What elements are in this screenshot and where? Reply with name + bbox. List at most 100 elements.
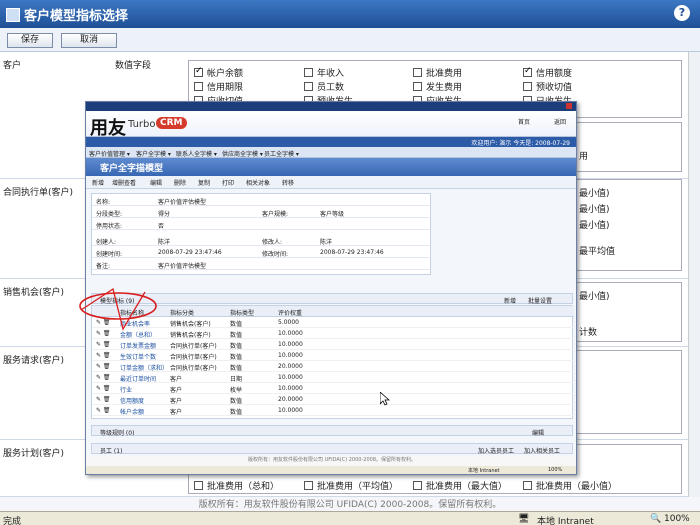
rule-edit-button[interactable]: 编辑 xyxy=(532,428,544,437)
table-row[interactable]: ✎ 🗑 帐户余额 客户 数值 10.0000 xyxy=(92,405,574,416)
tool-new[interactable]: 新增 xyxy=(92,178,104,187)
field-fragment: 最小值) xyxy=(579,205,610,215)
grid-cell[interactable]: 最近订单时间 xyxy=(120,374,156,383)
row-edit-delete-icon[interactable]: ✎ 🗑 xyxy=(96,374,111,381)
checkbox-approved-expense[interactable]: 批准费用 xyxy=(413,66,462,79)
menu-item[interactable]: 员工全字模 ▾ xyxy=(264,149,299,158)
help-icon[interactable]: ? xyxy=(674,5,690,21)
table-row[interactable]: ✎ 🗑 行业 客户 枚举 10.0000 xyxy=(92,383,574,394)
row-edit-delete-icon[interactable]: ✎ 🗑 xyxy=(96,352,111,359)
field-key: 备注: xyxy=(96,263,111,270)
tool-transfer[interactable]: 转移 xyxy=(282,178,294,187)
grid-cell: 数值 xyxy=(230,409,243,416)
row-label: 服务请求(客户) xyxy=(3,356,65,366)
checkbox-label: 批准费用 xyxy=(426,69,463,79)
field-value: 客户等级 xyxy=(320,211,345,218)
save-button[interactable]: 保存 xyxy=(7,33,53,48)
rule-section-bar: 等级规则 (0) 编辑 xyxy=(91,425,573,437)
tool-view[interactable]: 增删查看 xyxy=(112,178,136,187)
opportunity-fields-panel: 最小值) 计数 xyxy=(575,282,682,342)
table-row[interactable]: ✎ 🗑 最近订单时间 客户 日期 10.0000 xyxy=(92,372,574,383)
model-detail-form: 名称: 客户价值评估模型 分段类型: 得分 客户规模: 客户等级 停用状态: 否 创建人:… xyxy=(91,193,432,275)
tool-edit[interactable]: 编辑 xyxy=(150,178,162,187)
grid-cell: 10.0000 xyxy=(278,341,303,348)
grid-new-button[interactable]: 新增 xyxy=(504,296,516,305)
checkbox-label: 预收切值 xyxy=(536,83,573,93)
popup-toolbar: 新增 增删查看 编辑 删除 复制 打印 相关对象 转移 xyxy=(86,176,576,189)
table-row[interactable]: ✎ 🗑 金额（总和） 销售机会(客户) 数值 10.0000 xyxy=(92,328,574,339)
field-key: 名称: xyxy=(96,199,111,206)
tool-delete[interactable]: 删除 xyxy=(174,178,186,187)
grid-cell: 20.0000 xyxy=(278,363,303,370)
checkbox-approved-max[interactable]: 批准费用（最大值） xyxy=(413,479,507,492)
form-row: 名称: 客户价值评估模型 xyxy=(92,194,432,206)
row-edit-delete-icon[interactable]: ✎ 🗑 xyxy=(96,396,111,403)
page-footer: 版权所有：用友软件股份有限公司 UFIDA(C) 2000-2008。保留所有权… xyxy=(0,497,700,511)
row-edit-delete-icon[interactable]: ✎ 🗑 xyxy=(96,341,111,348)
grid-cell: 合同执行单(客户) xyxy=(170,365,217,372)
menu-item[interactable]: 客户全字模 ▾ xyxy=(136,149,171,158)
grid-batch-button[interactable]: 批量设置 xyxy=(528,296,552,305)
checkbox-approved-min[interactable]: 批准费用（最小值） xyxy=(523,479,617,492)
checkbox-incurred-expense[interactable]: 发生费用 xyxy=(413,80,462,93)
menu-item[interactable]: 供应商全字模 ▾ xyxy=(222,149,263,158)
grid-col-header: 评价权重 xyxy=(278,310,303,317)
close-icon[interactable] xyxy=(566,103,572,109)
table-row[interactable]: ✎ 🗑 生效订单个数 合同执行单(客户) 数值 10.0000 xyxy=(92,350,574,361)
grid-cell[interactable]: 帐户余额 xyxy=(120,407,144,416)
table-row[interactable]: ✎ 🗑 订单发票金额 合同执行单(客户) 数值 10.0000 xyxy=(92,339,574,350)
tool-print[interactable]: 打印 xyxy=(222,178,234,187)
checkbox-approved-sum[interactable]: 批准费用（总和） xyxy=(194,479,279,492)
grid-col-header: 指标类型 xyxy=(230,310,255,317)
field-key: 创建人: xyxy=(96,239,117,246)
row-edit-delete-icon[interactable]: ✎ 🗑 xyxy=(96,385,111,392)
checkbox-employees[interactable]: 员工数 xyxy=(304,80,344,93)
back-link[interactable]: 返回 xyxy=(554,117,566,126)
table-row[interactable]: ✎ 🗑 信用额度 客户 数值 20.0000 xyxy=(92,394,574,405)
form-row: 创建人: 陈洋 修改人: 陈洋 xyxy=(92,234,432,246)
grid-cell: 销售机会(客户) xyxy=(170,332,211,339)
checkbox-approved-avg[interactable]: 批准费用（平均值） xyxy=(304,479,398,492)
checkbox-credit-limit[interactable]: 信用额度 xyxy=(523,66,572,79)
add-related-employee-button[interactable]: 加入相关员工 xyxy=(524,446,560,455)
field-fragment: 计数 xyxy=(579,328,598,338)
row-label: 销售机会(客户) xyxy=(3,288,65,298)
table-row[interactable]: ✎ 🗑 商业机会率 销售机会(客户) 数值 5.0000 xyxy=(92,317,574,328)
checkbox-icon xyxy=(523,82,532,91)
grid-cell: 合同执行单(客户) xyxy=(170,354,217,361)
window-header: 客户模型指标选择 ? xyxy=(0,0,700,28)
form-row: 停用状态: 否 xyxy=(92,218,432,230)
row-edit-delete-icon[interactable]: ✎ 🗑 xyxy=(96,407,111,414)
field-value: 得分 xyxy=(158,211,171,218)
checkbox-prepaid[interactable]: 预收切值 xyxy=(523,80,572,93)
grid-cell[interactable]: 订单金额（求和） xyxy=(120,363,168,372)
tool-copy[interactable]: 复制 xyxy=(198,178,210,187)
checkbox-account-balance[interactable]: 帐户余额 xyxy=(194,66,243,79)
vertical-scrollbar[interactable] xyxy=(688,52,700,497)
menu-item[interactable]: 客户价值管理 ▾ xyxy=(89,149,130,158)
checkbox-label: 批准费用（最小值） xyxy=(536,482,618,492)
checkbox-annual-income[interactable]: 年收入 xyxy=(304,66,344,79)
home-link[interactable]: 首页 xyxy=(518,117,530,126)
grid-cell[interactable]: 行业 xyxy=(120,385,132,394)
tool-related[interactable]: 相关对象 xyxy=(246,178,270,187)
cancel-button[interactable]: 取消 xyxy=(61,33,117,48)
grid-header: 指标名称 指标分类 指标类型 评价权重 xyxy=(92,306,574,317)
add-employee-button[interactable]: 加入选员员工 xyxy=(478,446,514,455)
grid-cell[interactable]: 生效订单个数 xyxy=(120,352,156,361)
row-edit-delete-icon[interactable]: ✎ 🗑 xyxy=(96,363,111,370)
zoom-level[interactable]: 100% xyxy=(664,514,690,524)
checkbox-label: 批准费用（总和） xyxy=(207,482,280,492)
popup-menu: 客户价值管理 ▾ 客户全字模 ▾ 联系人全字模 ▾ 供应商全字模 ▾ 员工全字模… xyxy=(86,147,576,158)
grid-cell[interactable]: 信用额度 xyxy=(120,396,144,405)
menu-item[interactable]: 联系人全字模 ▾ xyxy=(176,149,217,158)
grid-cell[interactable]: 订单发票金额 xyxy=(120,341,156,350)
field-key: 创建时间: xyxy=(96,251,123,258)
grid-cell: 10.0000 xyxy=(278,352,303,359)
checkbox-label: 批准费用（平均值） xyxy=(317,482,399,492)
indicator-grid: 指标名称 指标分类 指标类型 评价权重 ✎ 🗑 商业机会率 销售机会(客户) 数值 5.… xyxy=(91,305,574,419)
checkbox-label: 批准费用（最大值） xyxy=(426,482,508,492)
zoom-icon[interactable]: 🔍 xyxy=(650,514,661,524)
table-row[interactable]: ✎ 🗑 订单金额（求和） 合同执行单(客户) 数值 20.0000 xyxy=(92,361,574,372)
checkbox-credit-term[interactable]: 信用期限 xyxy=(194,80,243,93)
